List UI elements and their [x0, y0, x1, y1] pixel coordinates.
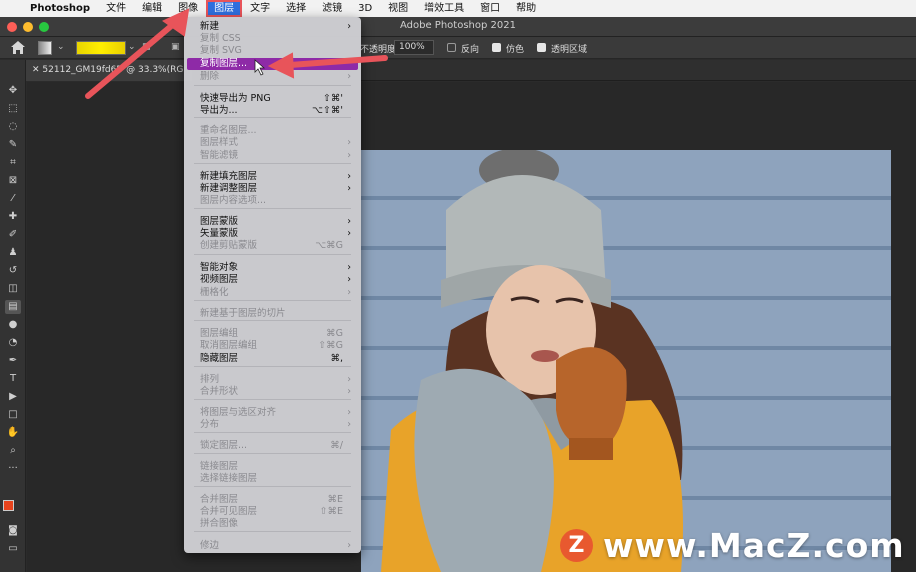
annotation-arrows — [85, 8, 388, 99]
watermark-text: www.MacZ.com — [603, 525, 905, 565]
macz-logo-icon: Z — [560, 528, 593, 562]
watermark: Z www.MacZ.com — [560, 524, 905, 566]
